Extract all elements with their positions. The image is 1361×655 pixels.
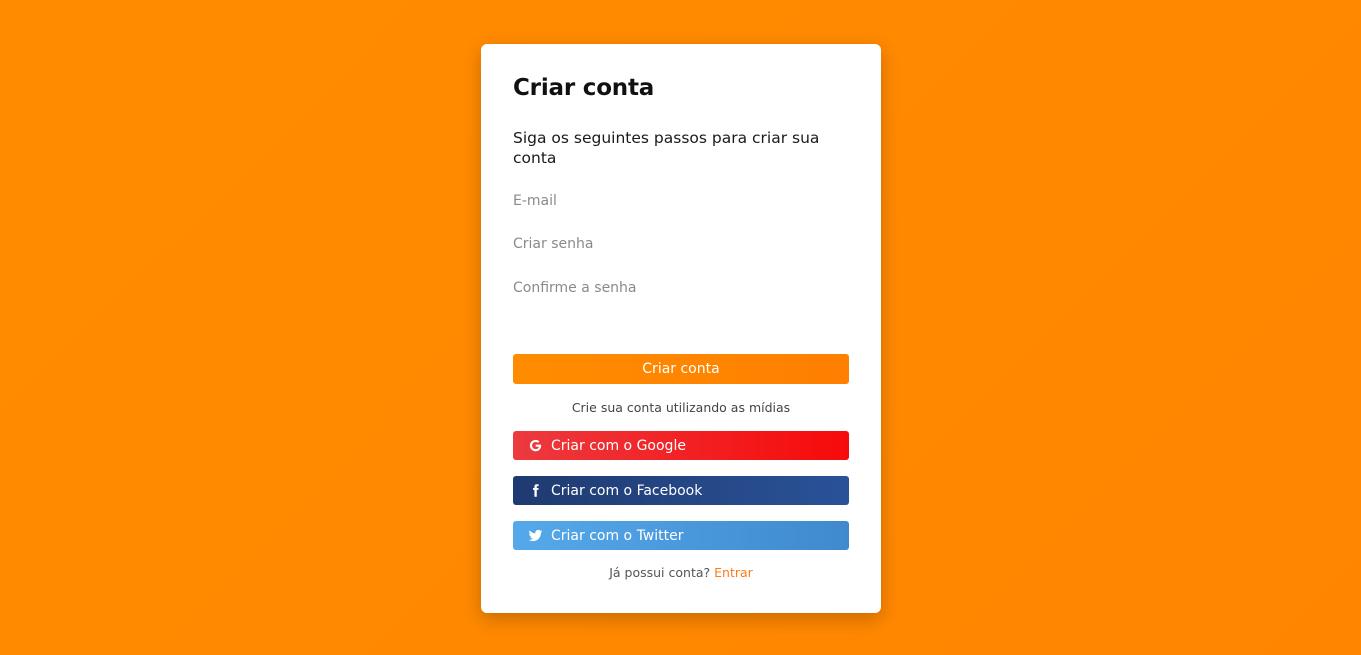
google-signup-button[interactable]: Criar com o Google (513, 431, 849, 460)
facebook-signup-button[interactable]: Criar com o Facebook (513, 476, 849, 505)
facebook-icon (527, 483, 543, 499)
confirm-password-field[interactable] (513, 275, 849, 301)
facebook-signup-label: Criar com o Facebook (551, 482, 703, 499)
create-account-button[interactable]: Criar conta (513, 354, 849, 384)
google-icon (527, 438, 543, 454)
login-link[interactable]: Entrar (714, 565, 753, 580)
twitter-signup-button[interactable]: Criar com o Twitter (513, 521, 849, 550)
password-field[interactable] (513, 231, 849, 257)
twitter-icon (527, 528, 543, 544)
signup-card: Criar conta Siga os seguintes passos par… (481, 44, 881, 613)
page-title: Criar conta (513, 75, 655, 101)
email-field[interactable] (513, 188, 849, 214)
login-prompt: Já possui conta? Entrar (513, 565, 849, 580)
twitter-signup-label: Criar com o Twitter (551, 527, 684, 544)
login-question: Já possui conta? (609, 565, 711, 580)
social-caption: Crie sua conta utilizando as mídias (571, 400, 791, 415)
page-subtitle: Siga os seguintes passos para criar sua … (513, 129, 820, 167)
google-signup-label: Criar com o Google (551, 437, 686, 454)
